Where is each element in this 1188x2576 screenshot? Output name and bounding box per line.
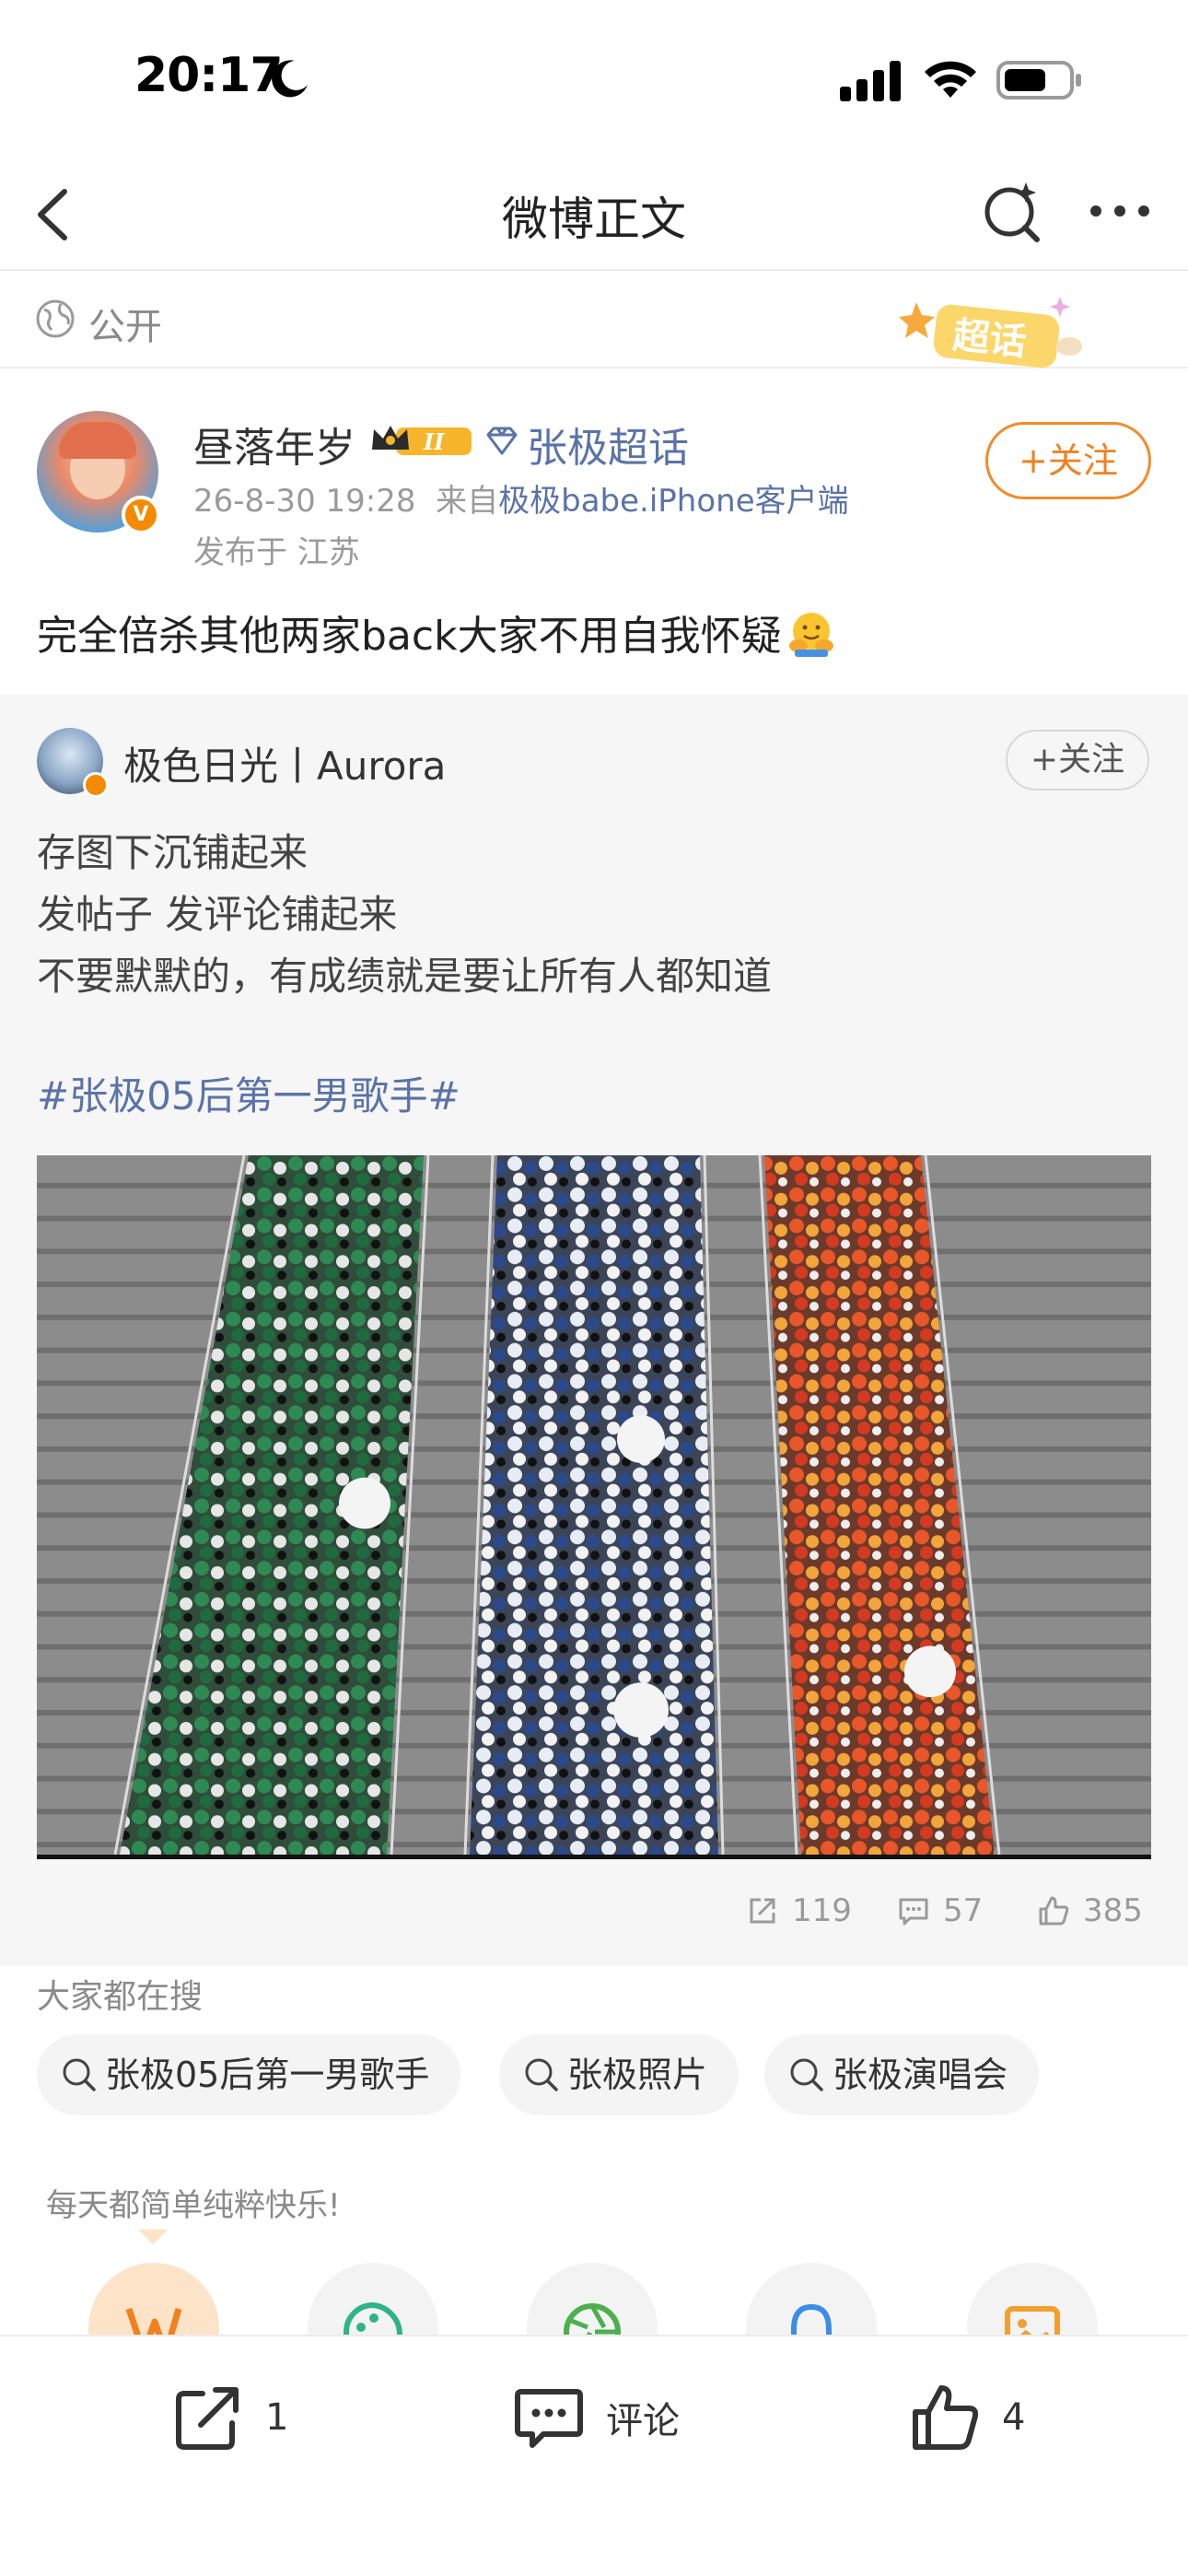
repost-button[interactable]: 1 bbox=[171, 2381, 288, 2454]
author-avatar[interactable]: V bbox=[37, 411, 160, 534]
trending-search-heading: 大家都在搜 bbox=[37, 1978, 204, 2016]
thumbs-up-icon bbox=[913, 2385, 979, 2450]
verified-badge: V bbox=[122, 496, 160, 534]
more-options-icon[interactable] bbox=[1083, 188, 1157, 234]
repost-button-count: 1 bbox=[265, 2396, 289, 2439]
bottom-toolbar: 1 评论 4 bbox=[0, 2335, 1188, 2576]
palette-icon bbox=[344, 2301, 403, 2336]
visibility-label: 公开 bbox=[88, 306, 162, 348]
search-chip-label: 张极05后第一男歌手 bbox=[105, 2055, 430, 2095]
thumbs-up-icon bbox=[1039, 1896, 1069, 1926]
repost-count: 119 bbox=[792, 1892, 852, 1929]
repost-follow-button[interactable]: +关注 bbox=[1006, 730, 1149, 790]
crowd-queue-photo[interactable] bbox=[37, 1155, 1151, 1859]
mood-option[interactable] bbox=[308, 2263, 438, 2336]
repost-author-avatar[interactable] bbox=[37, 728, 109, 798]
daily-mood-prompt: 每天都简单纯粹快乐! bbox=[46, 2187, 341, 2224]
vip-level: II bbox=[423, 428, 445, 455]
mood-option[interactable] bbox=[88, 2263, 219, 2336]
post-source-link[interactable]: 极极babe.iPhone客户端 bbox=[498, 483, 849, 520]
like-button[interactable]: 4 bbox=[908, 2381, 1025, 2454]
repost-count-stat[interactable]: 119 bbox=[746, 1892, 852, 1929]
chaohua-link[interactable]: 张极超话 bbox=[527, 415, 689, 474]
post-text: 完全倍杀其他两家back大家不用自我怀疑 bbox=[37, 603, 835, 662]
like-count: 385 bbox=[1083, 1892, 1143, 1929]
v-mark-icon bbox=[125, 2307, 182, 2336]
mood-icon-row bbox=[0, 2263, 1188, 2336]
moon-icon bbox=[272, 60, 308, 98]
comment-count-stat[interactable]: 57 bbox=[897, 1892, 983, 1929]
battery-icon bbox=[996, 61, 1081, 100]
search-icon bbox=[790, 2058, 823, 2091]
mood-option[interactable] bbox=[527, 2263, 658, 2336]
share-icon bbox=[750, 1898, 775, 1924]
reposted-post[interactable]: 极色日光丨Aurora +关注 存图下沉铺起来 发帖子 发评论铺起来 不要默默的… bbox=[0, 695, 1188, 1966]
nav-bar: 微博正文 bbox=[0, 157, 1188, 271]
post-location: 发布于 江苏 bbox=[193, 534, 360, 571]
daily-tip-pointer bbox=[138, 2230, 168, 2244]
status-time: 20:17 bbox=[134, 48, 284, 103]
comment-icon bbox=[515, 2389, 583, 2448]
repost-text: 存图下沉铺起来 发帖子 发评论铺起来 不要默默的，有成绩就是要让所有人都知道 bbox=[37, 822, 772, 1007]
globe-icon bbox=[36, 299, 75, 338]
vip-crown-badge-icon: II bbox=[372, 426, 472, 455]
shutter-icon bbox=[564, 2303, 621, 2336]
repost-text-line: 发帖子 发评论铺起来 bbox=[37, 892, 398, 937]
wifi-icon bbox=[925, 61, 976, 98]
share-icon bbox=[176, 2387, 239, 2450]
avatar-hair bbox=[59, 422, 136, 459]
author-name[interactable]: 昼落年岁 bbox=[193, 415, 355, 474]
search-icon[interactable] bbox=[980, 179, 1048, 247]
repost-text-line: 存图下沉铺起来 bbox=[37, 830, 309, 875]
search-chip[interactable]: 张极演唱会 bbox=[764, 2034, 1040, 2115]
search-chip[interactable]: 张极05后第一男歌手 bbox=[37, 2034, 461, 2115]
chaohua-sticker-icon: 超话 bbox=[899, 297, 1082, 369]
search-chip-label: 张极照片 bbox=[567, 2055, 708, 2095]
topic-hashtag[interactable]: #张极05后第一男歌手# bbox=[37, 1065, 460, 1121]
bell-icon bbox=[791, 2303, 832, 2336]
diamond-icon bbox=[486, 427, 518, 455]
post-time: 26-8-30 19:28 bbox=[193, 483, 416, 520]
search-icon bbox=[525, 2058, 558, 2091]
repost-text-line: 不要默默的，有成绩就是要让所有人都知道 bbox=[37, 954, 773, 999]
cellular-signal-icon bbox=[840, 61, 901, 101]
picture-icon bbox=[1005, 2306, 1060, 2336]
repost-stats: 119 57 385 bbox=[0, 1892, 1188, 1948]
status-bar: 20:17 bbox=[0, 0, 1188, 157]
search-chip-label: 张极演唱会 bbox=[833, 2055, 1008, 2095]
mood-option[interactable] bbox=[967, 2263, 1098, 2336]
hug-emoji-icon bbox=[788, 613, 833, 657]
comment-icon bbox=[899, 1898, 928, 1926]
like-button-count: 4 bbox=[1002, 2396, 1026, 2439]
repost-author-name[interactable]: 极色日光丨Aurora bbox=[123, 735, 446, 791]
post-text-content: 完全倍杀其他两家back大家不用自我怀疑 bbox=[37, 613, 782, 660]
comment-button-label: 评论 bbox=[606, 2400, 680, 2442]
mood-option[interactable] bbox=[746, 2263, 877, 2336]
comment-count: 57 bbox=[943, 1892, 984, 1929]
repost-verified-badge bbox=[83, 772, 109, 798]
visibility-row: 公开 超话 bbox=[0, 273, 1188, 369]
post-meta: 26-8-30 19:28 来自极极babe.iPhone客户端 bbox=[193, 475, 849, 521]
source-prefix: 来自 bbox=[436, 483, 499, 520]
comment-button[interactable]: 评论 bbox=[512, 2381, 680, 2454]
search-icon bbox=[63, 2058, 96, 2091]
search-chip[interactable]: 张极照片 bbox=[499, 2034, 740, 2115]
follow-button[interactable]: +关注 bbox=[985, 422, 1151, 499]
like-count-stat[interactable]: 385 bbox=[1037, 1892, 1143, 1929]
chaohua-sticker-text: 超话 bbox=[950, 314, 1028, 364]
